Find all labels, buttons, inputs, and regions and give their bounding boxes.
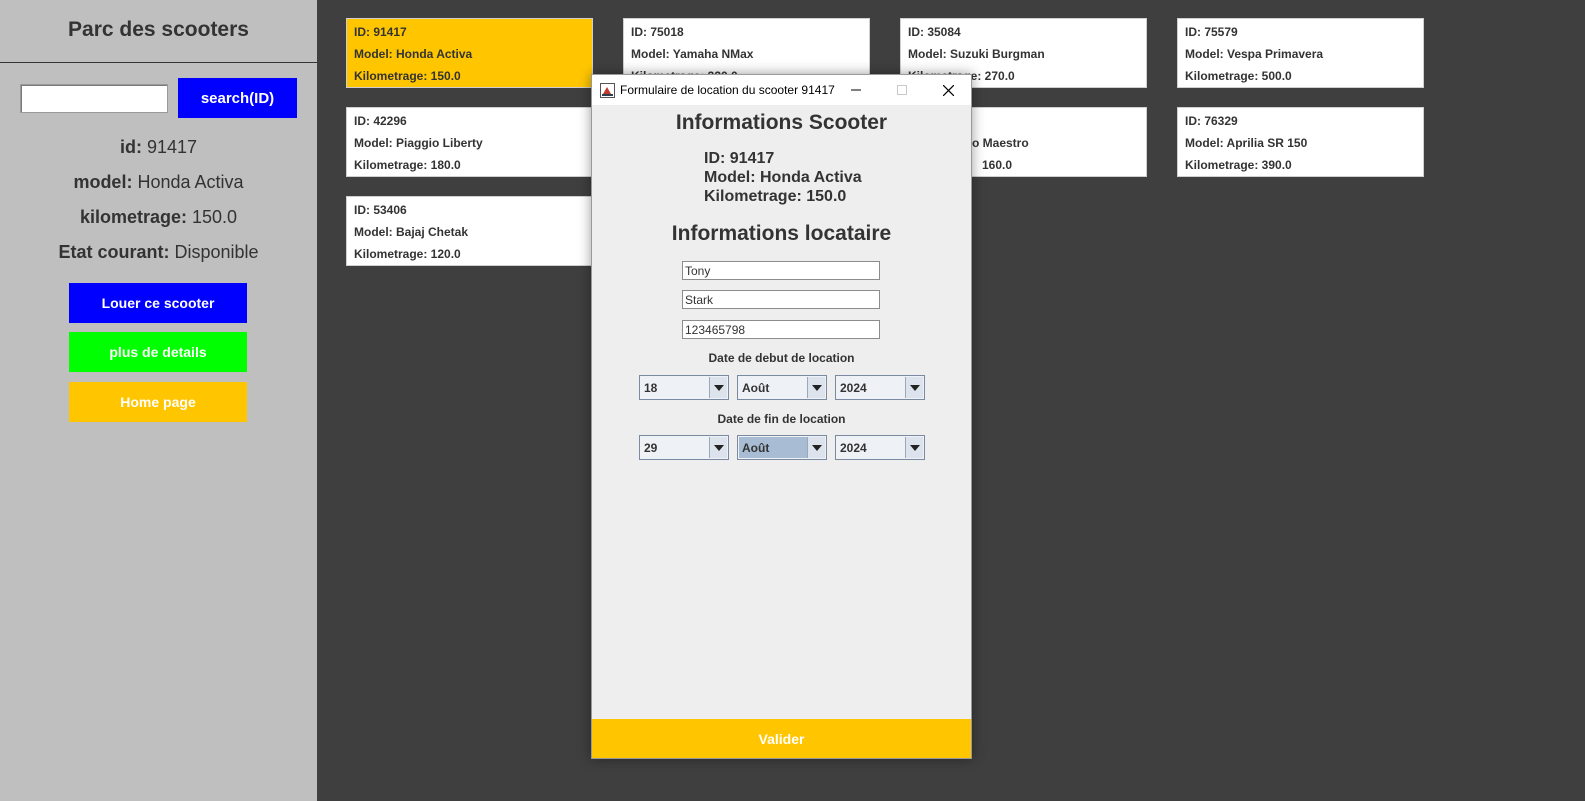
- card-model: Model: Piaggio Liberty: [354, 136, 483, 150]
- minimize-icon[interactable]: [833, 75, 879, 105]
- card-id: ID: 75018: [631, 25, 684, 39]
- detail-id-value: 91417: [146, 137, 198, 157]
- chevron-down-icon[interactable]: [709, 437, 727, 458]
- rent-scooter-button[interactable]: Louer ce scooter: [69, 283, 247, 323]
- scooter-id: ID: 91417: [704, 150, 775, 167]
- start-day-value: 18: [644, 381, 658, 395]
- chevron-down-icon[interactable]: [905, 377, 923, 398]
- app-title: Parc des scooters: [68, 18, 249, 41]
- detail-kilometrage: kilometrage: 150.0: [0, 207, 317, 228]
- card-model: Model: Bajaj Chetak: [354, 225, 469, 239]
- scooter-card[interactable]: ID: 75579 Model: Vespa Primavera Kilomet…: [1177, 18, 1424, 88]
- card-model: Model: Honda Activa: [354, 47, 473, 61]
- first-name-field[interactable]: Tony: [682, 261, 880, 280]
- dialog-titlebar[interactable]: Formulaire de location du scooter 91417: [592, 75, 971, 105]
- card-model: o Maestro: [972, 136, 1029, 150]
- start-day-select[interactable]: 18: [639, 375, 729, 400]
- end-date-label: Date de fin de location: [717, 412, 846, 426]
- section-scooter-heading: Informations Scooter: [675, 111, 888, 134]
- detail-etat-label: Etat courant:: [58, 242, 170, 262]
- start-date-label: Date de debut de location: [708, 351, 855, 365]
- detail-etat-value: Disponible: [174, 242, 259, 262]
- end-day-value: 29: [644, 441, 658, 455]
- end-year-value: 2024: [840, 441, 867, 455]
- card-id: ID: 76329: [1185, 114, 1238, 128]
- card-model: Model: Vespa Primavera: [1185, 47, 1324, 61]
- end-month-select[interactable]: Août: [737, 435, 827, 460]
- divider: [0, 62, 317, 63]
- card-kilometrage: Kilometrage: 390.0: [1185, 158, 1292, 172]
- maximize-icon[interactable]: [879, 75, 925, 105]
- scooter-card[interactable]: ID: 76329 Model: Aprilia SR 150 Kilometr…: [1177, 107, 1424, 177]
- rental-dialog: Formulaire de location du scooter 91417 …: [591, 74, 972, 759]
- card-kilometrage: 160.0: [982, 158, 1013, 172]
- card-kilometrage: Kilometrage: 180.0: [354, 158, 461, 172]
- detail-kilometrage-label: kilometrage:: [79, 207, 187, 227]
- search-input[interactable]: [20, 84, 168, 113]
- detail-id: id: 91417: [0, 137, 317, 158]
- section-renter-heading: Informations locataire: [671, 222, 892, 245]
- scooter-model: Model: Honda Activa: [704, 169, 862, 186]
- more-details-button[interactable]: plus de details: [69, 332, 247, 372]
- detail-model-value: Honda Activa: [137, 172, 244, 192]
- detail-model-label: model:: [73, 172, 133, 192]
- start-year-value: 2024: [840, 381, 867, 395]
- card-id: ID: 53406: [354, 203, 407, 217]
- end-day-select[interactable]: 29: [639, 435, 729, 460]
- scooter-card[interactable]: ID: 53406 Model: Bajaj Chetak Kilometrag…: [346, 196, 593, 266]
- chevron-down-icon[interactable]: [807, 437, 825, 458]
- detail-model: model: Honda Activa: [0, 172, 317, 193]
- card-id: ID: 75579: [1185, 25, 1238, 39]
- card-id: ID: 42296: [354, 114, 407, 128]
- card-model: Model: Yamaha NMax: [631, 47, 754, 61]
- validate-button[interactable]: Valider: [592, 719, 971, 758]
- phone-field[interactable]: 123465798: [682, 320, 880, 339]
- sidebar: Parc des scooters search(ID) id: 91417 m…: [0, 0, 317, 801]
- card-model: Model: Suzuki Burgman: [908, 47, 1045, 61]
- chevron-down-icon[interactable]: [905, 437, 923, 458]
- home-page-button[interactable]: Home page: [69, 382, 247, 422]
- card-kilometrage: Kilometrage: 120.0: [354, 247, 461, 261]
- dialog-title: Formulaire de location du scooter 91417: [620, 83, 835, 97]
- card-kilometrage: Kilometrage: 500.0: [1185, 69, 1292, 83]
- end-month-value: Août: [739, 437, 808, 458]
- scooter-card[interactable]: ID: 42296 Model: Piaggio Liberty Kilomet…: [346, 107, 593, 177]
- start-year-select[interactable]: 2024: [835, 375, 925, 400]
- card-model: Model: Aprilia SR 150: [1185, 136, 1308, 150]
- card-id: ID: 35084: [908, 25, 961, 39]
- search-button[interactable]: search(ID): [178, 78, 297, 118]
- end-year-select[interactable]: 2024: [835, 435, 925, 460]
- chevron-down-icon[interactable]: [709, 377, 727, 398]
- detail-kilometrage-value: 150.0: [192, 207, 238, 227]
- close-icon[interactable]: [925, 75, 971, 105]
- card-id: ID: 91417: [354, 25, 407, 39]
- start-month-value: Août: [742, 381, 770, 395]
- java-app-icon: [600, 83, 615, 98]
- chevron-down-icon[interactable]: [807, 377, 825, 398]
- scooter-card[interactable]: ID: 91417 Model: Honda Activa Kilometrag…: [346, 18, 593, 88]
- last-name-field[interactable]: Stark: [682, 290, 880, 309]
- card-kilometrage: Kilometrage: 150.0: [354, 69, 461, 83]
- scooter-kilometrage: Kilometrage: 150.0: [704, 188, 847, 205]
- detail-etat: Etat courant: Disponible: [0, 242, 317, 263]
- detail-id-label: id:: [119, 137, 142, 157]
- start-month-select[interactable]: Août: [737, 375, 827, 400]
